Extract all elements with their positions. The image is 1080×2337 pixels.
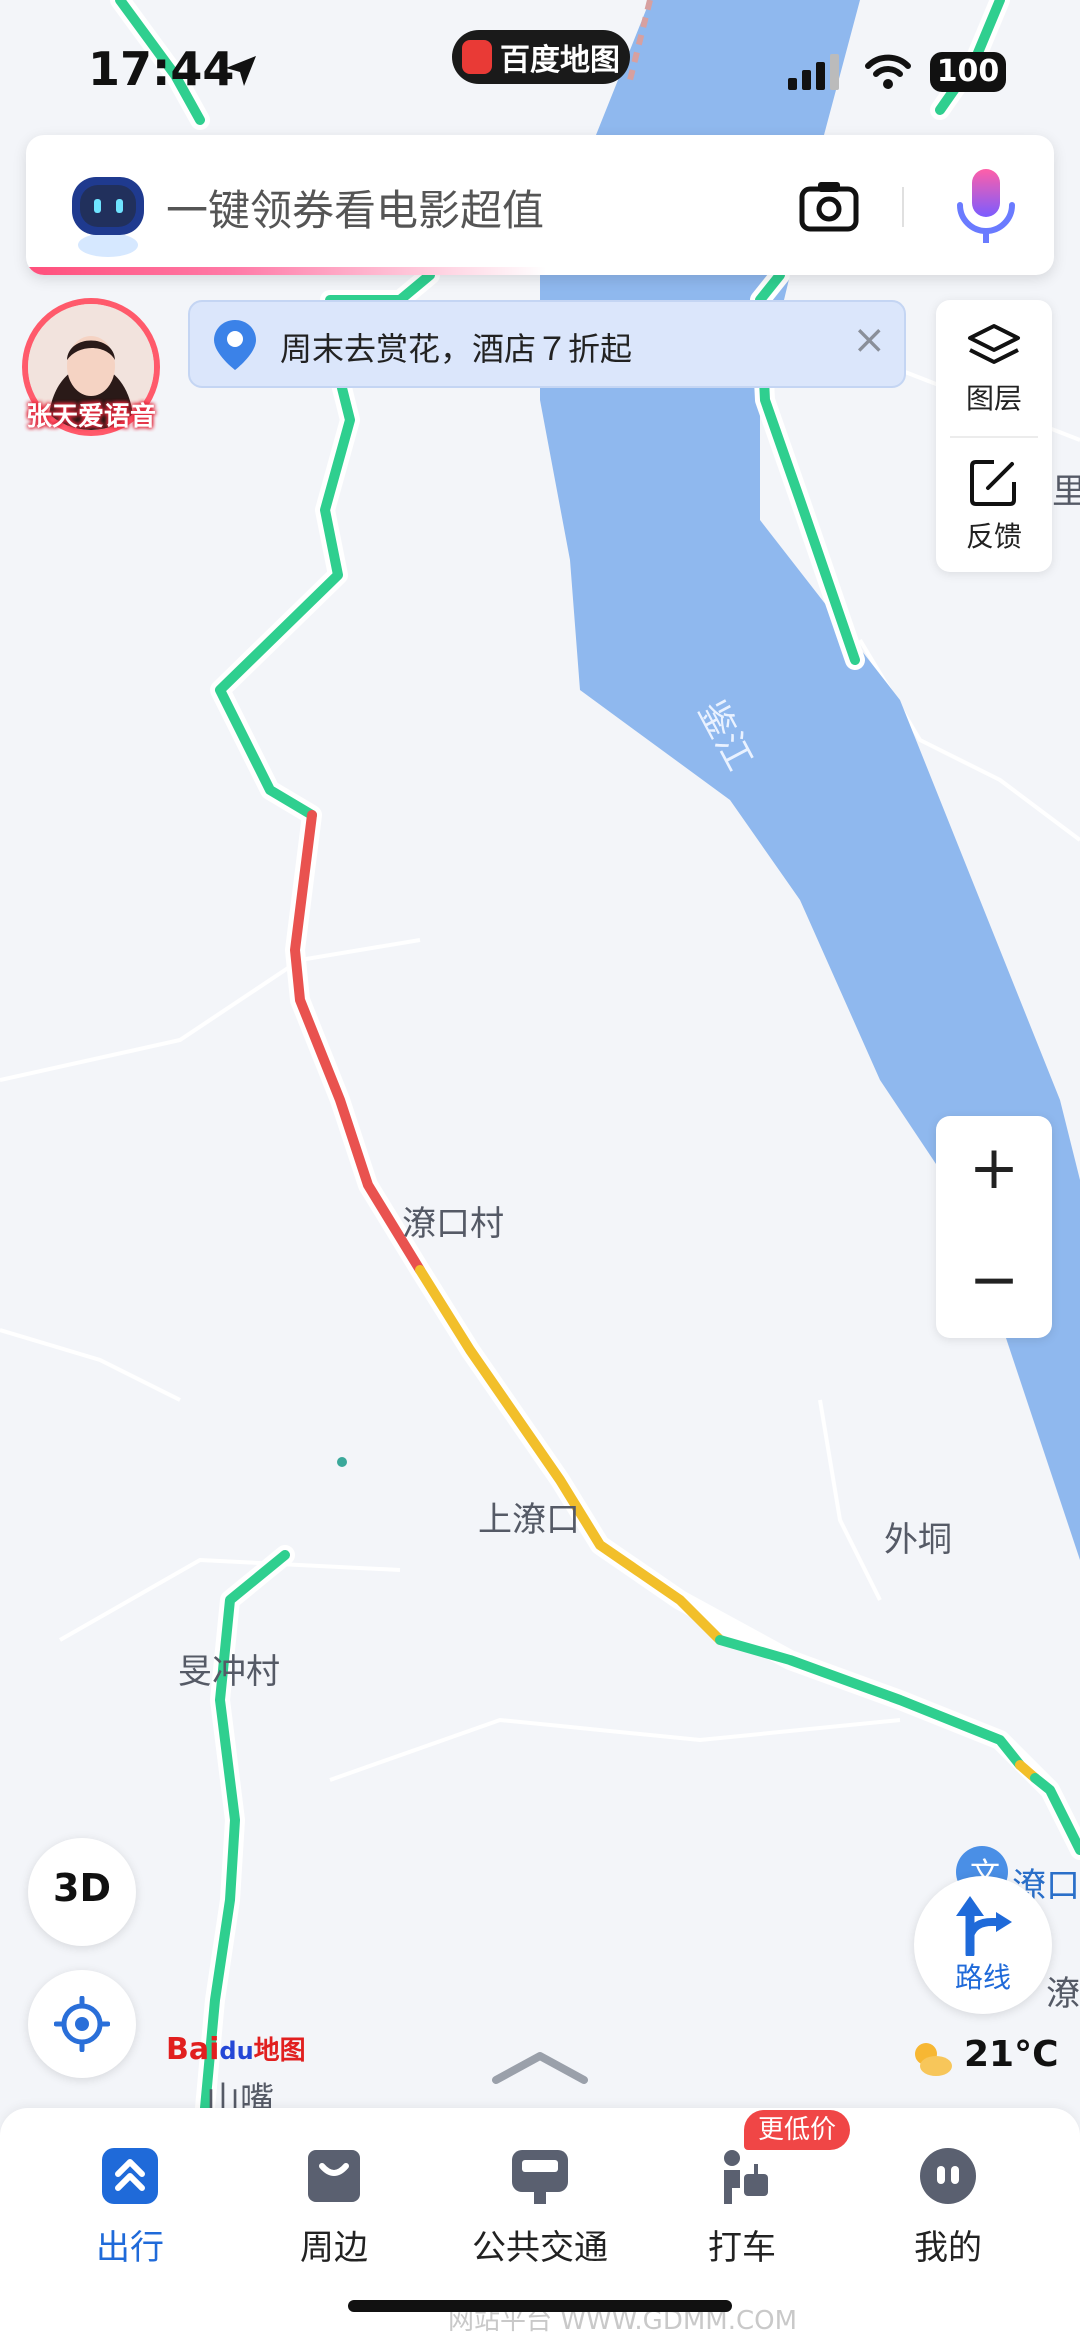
search-bar[interactable]: 一键领券看电影超值 bbox=[26, 135, 1054, 275]
taxi-promo-badge: 更低价 bbox=[744, 2110, 851, 2150]
banner-text: 周末去赏花，酒店７折起 bbox=[280, 330, 633, 368]
voice-avatar-label: 张天爱语音 bbox=[25, 402, 156, 432]
feedback-button[interactable]: 反馈 bbox=[936, 456, 1052, 566]
logo-du: du bbox=[219, 2037, 254, 2065]
nearby-icon bbox=[308, 2150, 360, 2202]
status-bar: 17:44 百度地图 100 bbox=[0, 0, 1080, 130]
zoom-control: + − bbox=[936, 1116, 1052, 1338]
app-pill-label: 百度地图 bbox=[500, 43, 620, 78]
ai-robot-icon[interactable] bbox=[60, 163, 156, 259]
banner-close-icon[interactable]: × bbox=[852, 320, 886, 360]
layers-label: 图层 bbox=[965, 382, 1022, 415]
map-label-liaokou-village[interactable]: 潦口村 bbox=[402, 1196, 504, 1245]
logo-ditu: 地图 bbox=[253, 2036, 306, 2066]
layers-button[interactable]: 图层 bbox=[936, 322, 1052, 432]
location-arrow-icon bbox=[226, 56, 256, 86]
3d-label: 3D bbox=[53, 1866, 111, 1910]
app-pill[interactable]: 百度地图 bbox=[452, 30, 630, 84]
map-tools-panel: 图层 反馈 bbox=[936, 300, 1052, 572]
chevron-up-icon[interactable] bbox=[492, 2048, 588, 2088]
promo-banner[interactable]: 周末去赏花，酒店７折起 × bbox=[188, 300, 906, 388]
tab-transit[interactable]: 公共交通 bbox=[450, 2128, 630, 2278]
route-label: 路线 bbox=[954, 1961, 1011, 1994]
feedback-label: 反馈 bbox=[965, 520, 1022, 553]
map-label-shang-liaokou[interactable]: 上潦口 bbox=[478, 1492, 580, 1541]
baidu-map-pin-icon bbox=[462, 40, 492, 74]
travel-icon bbox=[102, 2148, 158, 2204]
battery-indicator: 100 bbox=[930, 52, 1006, 92]
tab-profile-label: 我的 bbox=[914, 2228, 982, 2268]
tab-nearby-label: 周边 bbox=[300, 2228, 368, 2268]
temperature: 21°C bbox=[964, 2034, 1059, 2075]
camera-icon[interactable] bbox=[796, 173, 862, 239]
feedback-edit-icon bbox=[970, 460, 1016, 506]
temperature-value: 21°C bbox=[964, 2034, 1059, 2075]
profile-icon bbox=[920, 2148, 976, 2204]
search-glow bbox=[26, 267, 546, 275]
tab-taxi-label: 打车 bbox=[708, 2228, 776, 2268]
bus-icon bbox=[512, 2150, 568, 2204]
cellular-signal-icon bbox=[788, 54, 839, 90]
map-label-waitong[interactable]: 外垌 bbox=[884, 1512, 952, 1561]
tab-taxi[interactable]: 打车 bbox=[652, 2128, 832, 2278]
baidu-map-logo: Baidu地图 bbox=[166, 2030, 306, 2067]
map-label-minchong-village[interactable]: 旻冲村 bbox=[178, 1644, 280, 1693]
locate-target-icon bbox=[54, 1996, 110, 2052]
locate-me-button[interactable] bbox=[28, 1970, 136, 2078]
layers-icon bbox=[968, 324, 1020, 364]
route-arrow-icon bbox=[956, 1896, 1012, 1956]
partly-cloudy-icon bbox=[915, 2043, 952, 2076]
3d-toggle-button[interactable]: 3D bbox=[28, 1838, 136, 1946]
map-label-edge-partial: 里 bbox=[1052, 472, 1080, 512]
panel-divider bbox=[950, 436, 1038, 438]
tab-nearby[interactable]: 周边 bbox=[244, 2128, 424, 2278]
route-button[interactable]: 路线 bbox=[914, 1876, 1052, 2014]
tab-travel[interactable]: 出行 bbox=[40, 2128, 220, 2278]
taxi-icon bbox=[724, 2150, 768, 2204]
location-pin-icon bbox=[214, 320, 256, 370]
tab-transit-label: 公共交通 bbox=[472, 2228, 608, 2268]
search-divider bbox=[902, 187, 904, 227]
zoom-out-button[interactable]: − bbox=[936, 1250, 1052, 1310]
tab-travel-label: 出行 bbox=[96, 2228, 164, 2268]
tab-profile[interactable]: 我的 bbox=[858, 2128, 1038, 2278]
search-input[interactable]: 一键领券看电影超值 bbox=[166, 177, 544, 238]
wifi-icon bbox=[865, 54, 911, 89]
home-indicator[interactable] bbox=[348, 2300, 732, 2312]
status-time: 17:44 bbox=[88, 42, 235, 96]
logo-bai: Bai bbox=[166, 2032, 220, 2067]
microphone-icon[interactable] bbox=[946, 165, 1026, 251]
zoom-in-button[interactable]: + bbox=[936, 1138, 1052, 1198]
